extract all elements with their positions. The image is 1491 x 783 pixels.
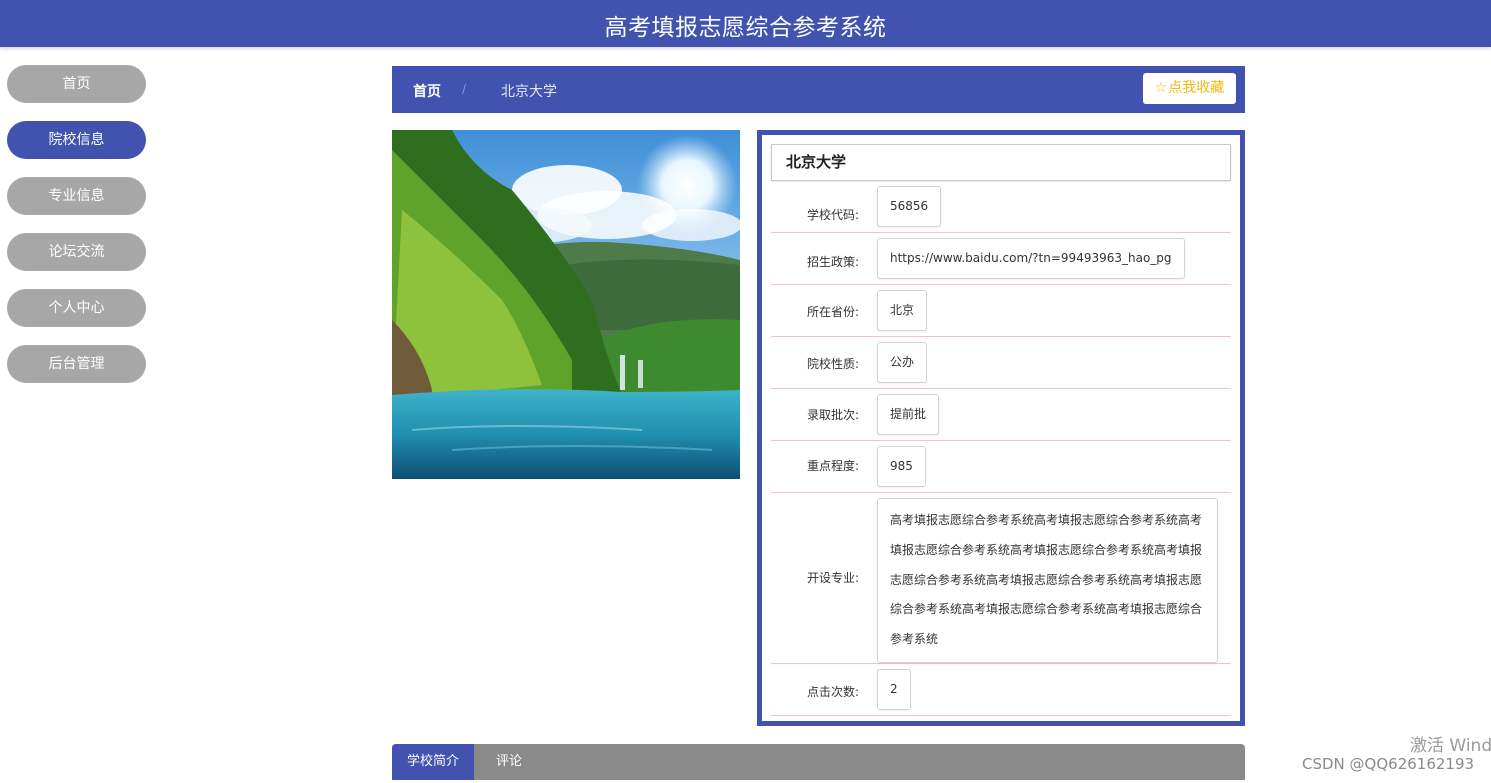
star-outline-icon: ☆ <box>1154 80 1168 96</box>
breadcrumb: 首页 / 北京大学 ☆点我收藏 <box>392 66 1245 113</box>
majors-value: 高考填报志愿综合参考系统高考填报志愿综合参考系统高考填报志愿综合参考系统高考填报… <box>877 498 1218 663</box>
field-row-code: 学校代码: 56856 <box>771 181 1231 233</box>
favorite-label: 点我收藏 <box>1168 80 1225 96</box>
windows-activation-watermark: 激活 Wind <box>1410 736 1491 756</box>
school-nature-value: 公办 <box>877 342 928 383</box>
detail-tabs: 学校简介 评论 <box>392 744 1245 783</box>
sidebar-item-admin[interactable]: 后台管理 <box>7 345 146 383</box>
key-level-value: 985 <box>877 446 926 487</box>
field-label: 录取批次: <box>806 408 859 422</box>
sidebar-item-schools[interactable]: 院校信息 <box>7 121 146 159</box>
field-row-province: 所在省份: 北京 <box>771 285 1231 337</box>
app-title: 高考填报志愿综合参考系统 <box>604 15 887 41</box>
field-row-batch: 录取批次: 提前批 <box>771 389 1231 441</box>
field-label: 学校代码: <box>806 208 859 222</box>
sidebar-item-profile[interactable]: 个人中心 <box>7 289 146 327</box>
breadcrumb-separator: / <box>462 82 467 96</box>
field-label: 开设专业: <box>806 571 859 585</box>
school-detail-panel: 北京大学 学校代码: 56856 招生政策: https://www.baidu… <box>757 130 1245 726</box>
field-label: 重点程度: <box>806 459 859 473</box>
field-label: 招生政策: <box>806 255 859 269</box>
school-name: 北京大学 <box>771 144 1231 181</box>
field-row-level: 重点程度: 985 <box>771 441 1231 493</box>
school-code-value: 56856 <box>877 186 942 227</box>
top-header: 高考填报志愿综合参考系统 <box>0 0 1491 47</box>
favorite-button[interactable]: ☆点我收藏 <box>1143 73 1236 104</box>
field-label: 点击次数: <box>806 685 859 699</box>
breadcrumb-current: 北京大学 <box>501 84 557 100</box>
field-label: 院校性质: <box>806 357 859 371</box>
field-row-policy: 招生政策: https://www.baidu.com/?tn=99493963… <box>771 233 1231 285</box>
sidebar-item-majors[interactable]: 专业信息 <box>7 177 146 215</box>
admission-batch-value: 提前批 <box>877 394 940 435</box>
province-value: 北京 <box>877 290 928 331</box>
school-photo <box>392 130 740 479</box>
field-row-majors: 开设专业: 高考填报志愿综合参考系统高考填报志愿综合参考系统高考填报志愿综合参考… <box>771 493 1231 664</box>
sidebar-item-home[interactable]: 首页 <box>7 65 146 103</box>
click-count-value: 2 <box>877 669 911 710</box>
tab-comments[interactable]: 评论 <box>474 744 544 780</box>
field-row-clicks: 点击次数: 2 <box>771 664 1231 716</box>
breadcrumb-home-link[interactable]: 首页 <box>413 81 441 101</box>
sidebar-item-forum[interactable]: 论坛交流 <box>7 233 146 271</box>
tab-school-intro[interactable]: 学校简介 <box>392 744 474 780</box>
csdn-watermark: CSDN @QQ626162193 <box>1302 755 1475 773</box>
field-label: 所在省份: <box>806 305 859 319</box>
enrollment-policy-value[interactable]: https://www.baidu.com/?tn=99493963_hao_p… <box>877 238 1185 279</box>
field-row-nature: 院校性质: 公办 <box>771 337 1231 389</box>
